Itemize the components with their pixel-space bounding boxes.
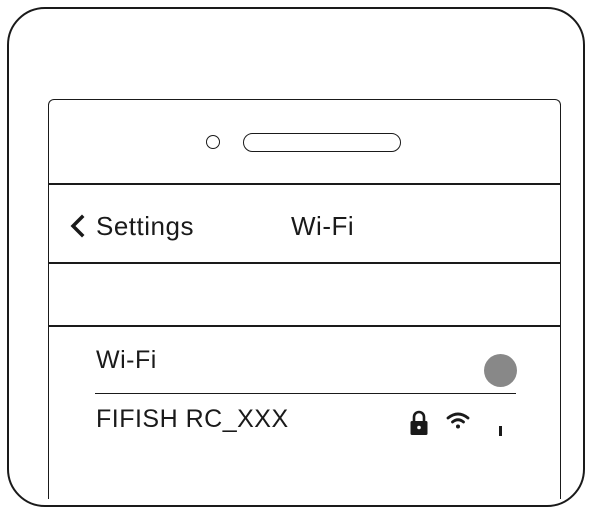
wifi-signal-icon: [446, 412, 470, 429]
header-divider: [48, 183, 561, 185]
back-button[interactable]: Settings: [68, 210, 194, 242]
page-title: Wi-Fi: [291, 211, 355, 241]
earpiece-speaker: [243, 133, 401, 152]
lock-icon: [410, 410, 428, 435]
front-camera: [206, 135, 220, 149]
chevron-left-icon: [70, 214, 85, 238]
nav-divider: [48, 262, 561, 264]
wifi-toggle-label: Wi-Fi: [96, 346, 157, 374]
network-row[interactable]: FIFISH RC_XXX: [95, 400, 525, 440]
section-divider: [48, 325, 561, 327]
network-name: FIFISH RC_XXX: [96, 405, 289, 433]
back-button-label: Settings: [96, 210, 194, 241]
info-mark-icon[interactable]: [499, 426, 502, 436]
row-divider: [95, 393, 516, 394]
wifi-toggle[interactable]: [484, 354, 517, 387]
